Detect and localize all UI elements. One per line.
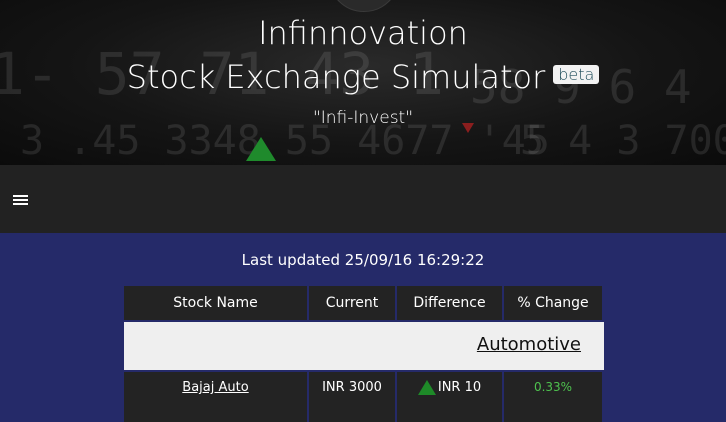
table-header-row: Stock Name Current Difference % Change <box>124 286 604 320</box>
logo-ring-decoration <box>328 0 400 12</box>
col-pct-change: % Change <box>504 286 604 320</box>
hero-banner: 1- 57 71 43 1 3 .45 3348 55 4677 '45 58 … <box>0 0 726 165</box>
hamburger-icon[interactable] <box>13 195 28 205</box>
site-tagline: "Infi-Invest" <box>312 108 414 128</box>
navbar <box>0 165 726 233</box>
current-price-cell: INR 3000 <box>309 372 397 422</box>
stock-link[interactable]: Bajaj Auto <box>182 380 248 395</box>
site-title: Infinnovation <box>258 14 468 52</box>
stock-name-cell: Bajaj Auto <box>124 372 309 422</box>
category-row: Automotive <box>124 320 604 370</box>
pct-change-cell: 0.33% <box>504 372 604 422</box>
col-current: Current <box>309 286 397 320</box>
up-triangle-decoration <box>246 137 276 161</box>
category-link-automotive[interactable]: Automotive <box>477 334 581 355</box>
col-stock-name: Stock Name <box>124 286 309 320</box>
difference-value: INR 10 <box>437 380 482 395</box>
site-subtitle: Stock Exchange Simulator beta <box>0 58 726 96</box>
last-updated: Last updated 25/09/16 16:29:22 <box>241 251 485 269</box>
col-difference: Difference <box>397 286 504 320</box>
stock-table: Stock Name Current Difference % Change A… <box>124 286 604 422</box>
subtitle-text: Stock Exchange Simulator <box>126 58 546 96</box>
up-arrow-icon <box>417 380 436 395</box>
beta-badge: beta <box>553 65 600 84</box>
table-row: Bajaj Auto INR 3000 INR 10 0.33% <box>124 370 604 422</box>
difference-cell: INR 10 <box>397 372 504 422</box>
